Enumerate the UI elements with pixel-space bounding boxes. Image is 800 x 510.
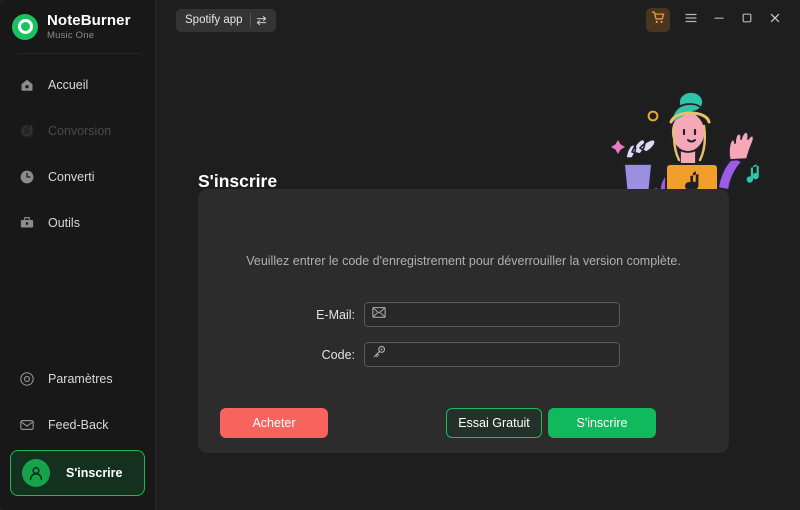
free-trial-button[interactable]: Essai Gratuit — [446, 408, 542, 438]
key-icon — [372, 345, 386, 364]
window-controls — [646, 7, 788, 33]
panel-button-row: Acheter Essai Gratuit S'inscrire — [198, 408, 729, 438]
sidebar: NoteBurner Music One Accueil Convorsion … — [0, 0, 156, 510]
brand-header: NoteBurner Music One — [0, 0, 155, 53]
registration-panel: Veuillez entrer le code d'enregistrement… — [198, 189, 729, 453]
email-label: E-Mail: — [316, 307, 355, 322]
sidebar-nav-bottom: Paramètres Feed-Back S'inscrire — [0, 362, 155, 510]
sidebar-item-label: Outils — [48, 216, 80, 230]
settings-icon — [18, 370, 36, 388]
maximize-button[interactable] — [734, 7, 760, 33]
maximize-icon — [740, 11, 754, 30]
sidebar-item-label: Paramètres — [48, 372, 113, 386]
application-window: NoteBurner Music One Accueil Convorsion … — [0, 0, 800, 510]
mail-icon — [18, 416, 36, 434]
email-row: E-Mail: — [198, 302, 729, 327]
convert-icon — [18, 122, 36, 140]
sidebar-item-label: Feed-Back — [48, 418, 109, 432]
sidebar-item-feedback[interactable]: Feed-Back — [0, 408, 155, 442]
brand-name: NoteBurner — [47, 11, 131, 29]
top-bar: Spotify app — [156, 0, 800, 40]
sidebar-item-label: Convorsion — [48, 124, 112, 138]
sidebar-item-label: Converti — [48, 170, 95, 184]
register-button[interactable]: S'inscrire — [548, 408, 656, 438]
swap-arrows-icon[interactable] — [251, 14, 273, 27]
buy-button[interactable]: Acheter — [220, 408, 328, 438]
sidebar-item-signin[interactable]: S'inscrire — [10, 450, 145, 496]
brand-subtitle: Music One — [47, 29, 95, 41]
code-row: Code: — [198, 342, 729, 367]
app-selector[interactable]: Spotify app — [176, 8, 276, 32]
close-button[interactable] — [762, 7, 788, 33]
sidebar-item-parametres[interactable]: Paramètres — [0, 362, 155, 396]
home-icon — [18, 76, 36, 94]
code-label: Code: — [321, 347, 355, 362]
shopping-cart-button[interactable] — [646, 8, 670, 32]
sidebar-item-accueil[interactable]: Accueil — [0, 68, 155, 102]
sidebar-item-label: S'inscrire — [66, 466, 123, 480]
sidebar-item-conversion[interactable]: Convorsion — [0, 114, 155, 148]
code-input[interactable] — [392, 347, 619, 362]
hamburger-menu-icon — [684, 11, 698, 30]
clock-icon — [18, 168, 36, 186]
panel-instruction-text: Veuillez entrer le code d'enregistrement… — [246, 254, 681, 268]
toolbox-icon — [18, 214, 36, 232]
menu-button[interactable] — [678, 7, 704, 33]
email-field[interactable] — [364, 302, 620, 327]
sidebar-item-outils[interactable]: Outils — [0, 206, 155, 240]
shopping-cart-icon — [651, 10, 666, 30]
sidebar-item-label: Accueil — [48, 78, 89, 92]
main-area: Spotify app S'inscrire Veuillez entrer l… — [156, 0, 800, 510]
minimize-button[interactable] — [706, 7, 732, 33]
content-area: S'inscrire Veuillez entrer le code d'enr… — [156, 40, 800, 510]
person-with-laptop-illustration — [596, 88, 772, 202]
sidebar-item-converti[interactable]: Converti — [0, 160, 155, 194]
envelope-icon — [372, 306, 386, 324]
app-selector-label: Spotify app — [185, 14, 243, 26]
email-input[interactable] — [392, 307, 619, 322]
sidebar-nav-top: Accueil Convorsion Converti Outils — [0, 54, 155, 240]
user-avatar-icon — [22, 459, 50, 487]
code-field[interactable] — [364, 342, 620, 367]
close-icon — [768, 11, 782, 30]
noteburner-logo-icon — [12, 13, 38, 40]
minimize-icon — [712, 11, 726, 30]
